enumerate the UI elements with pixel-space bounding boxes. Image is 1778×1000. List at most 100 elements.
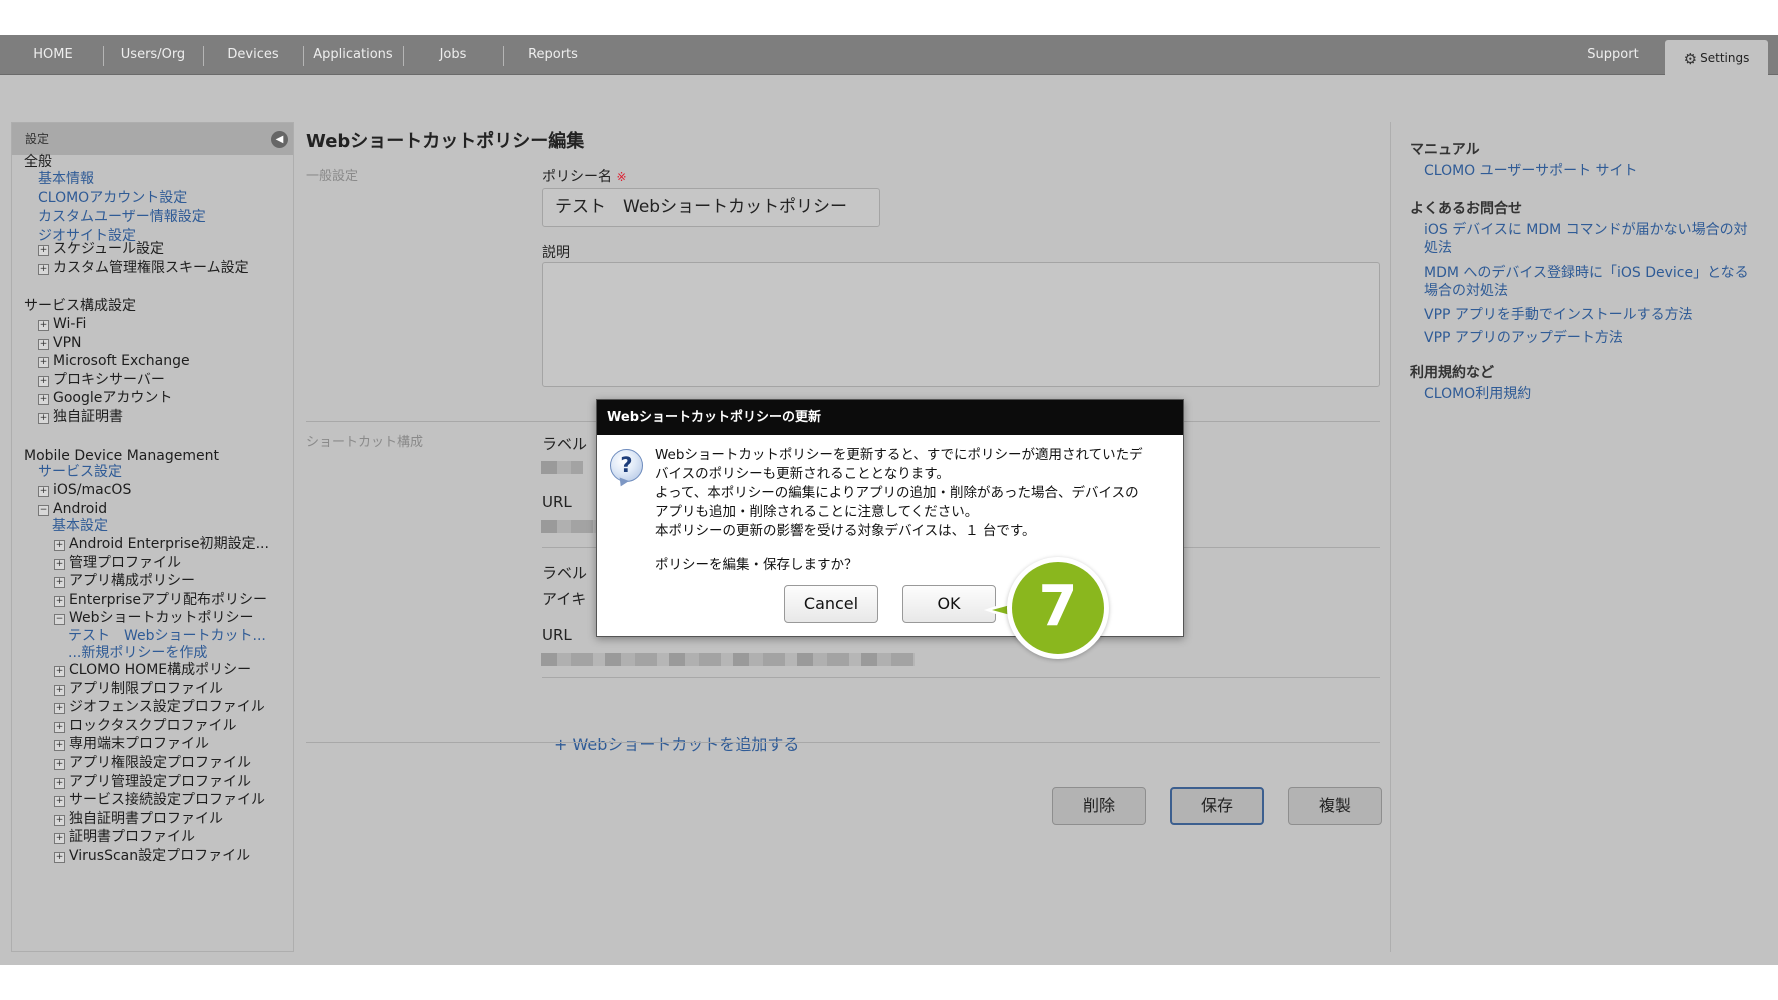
sidebar-item[interactable]: サービス構成設定 [24, 297, 136, 315]
nav-users-org[interactable]: Users/Org [112, 35, 194, 75]
expand-icon[interactable]: + [38, 245, 49, 256]
sidebar-item[interactable]: + CLOMO HOME構成ポリシー [54, 661, 251, 679]
nav-jobs[interactable]: Jobs [414, 35, 492, 75]
expand-icon[interactable]: + [38, 338, 49, 350]
description-textarea[interactable] [542, 262, 1380, 387]
sidebar-link[interactable]: ...新規ポリシーを作成 [68, 644, 207, 662]
expand-icon[interactable]: + [54, 595, 65, 607]
sidebar-item[interactable]: 全般 [24, 153, 52, 171]
nav-reports[interactable]: Reports [514, 35, 592, 75]
faq-link-1-line: 処法 [1424, 240, 1452, 256]
manual-link[interactable]: CLOMO ユーザーサポート サイト [1424, 162, 1764, 180]
expand-icon[interactable]: + [38, 320, 49, 331]
settings-label: Settings [1700, 51, 1750, 65]
sidebar-item[interactable]: + ロックタスクプロファイル [54, 717, 236, 735]
nav-applications[interactable]: Applications [312, 35, 394, 75]
sidebar-item-label: サービス接続設定プロファイル [69, 792, 265, 809]
sidebar-item[interactable]: + アプリ管理設定プロファイル [54, 773, 251, 791]
sidebar-item[interactable]: + ジオフェンス設定プロファイル [54, 698, 265, 716]
dialog-message-line: よって、本ポリシーの編集によりアプリの追加・削除があった場合、デバイスの [655, 485, 1139, 501]
sidebar-item[interactable]: + 管理プロファイル [54, 554, 181, 572]
nav-home[interactable]: HOME [22, 35, 84, 75]
faq-link-1[interactable]: iOS デバイスに MDM コマンドが届かない場合の対 処法 [1424, 221, 1764, 257]
sidebar-item[interactable]: + Android Enterprise初期設定... [54, 535, 269, 553]
sidebar-item[interactable]: + アプリ制限プロファイル [54, 680, 223, 698]
sidebar-item[interactable]: + サービス接続設定プロファイル [54, 791, 265, 809]
nav-settings-tab[interactable]: ⚙ Settings [1665, 40, 1768, 75]
sidebar-item-label: ジオフェンス設定プロファイル [69, 699, 265, 716]
faq-link-3[interactable]: VPP アプリを手動でインストールする方法 [1424, 306, 1764, 324]
collapse-icon[interactable]: − [38, 505, 49, 516]
sidebar-item[interactable]: + VPN [38, 334, 82, 352]
nav-separator [203, 46, 204, 66]
copy-button[interactable]: 複製 [1288, 787, 1382, 825]
faq-link-4[interactable]: VPP アプリのアップデート方法 [1424, 329, 1764, 347]
sidebar-link[interactable]: カスタムユーザー情報設定 [38, 208, 206, 226]
sidebar-link[interactable]: CLOMOアカウント設定 [38, 189, 187, 207]
sidebar-item[interactable]: + iOS/macOS [38, 481, 131, 499]
expand-icon[interactable]: + [38, 413, 49, 424]
expand-icon[interactable]: + [54, 577, 65, 589]
expand-icon[interactable]: + [54, 721, 65, 733]
sidebar-item[interactable]: + Microsoft Exchange [38, 352, 190, 370]
collapse-sidebar-icon[interactable]: ◀ [271, 131, 288, 148]
actions-divider [306, 742, 1380, 743]
sidebar-link[interactable]: 基本設定 [52, 517, 108, 535]
expand-icon[interactable]: + [54, 759, 65, 770]
sidebar-item[interactable]: + カスタム管理権限スキーム設定 [38, 259, 249, 277]
sidebar-item-label: CLOMO HOME構成ポリシー [69, 662, 252, 678]
sidebar-item[interactable]: + 独自証明書プロファイル [54, 810, 223, 828]
faq-link-2[interactable]: MDM へのデバイス登録時に「iOS Device」となる 場合の対処法 [1424, 264, 1764, 300]
expand-icon[interactable]: + [54, 666, 65, 677]
sidebar-item-label: 専用端末プロファイル [69, 736, 209, 753]
add-shortcut-link[interactable]: + Webショートカットを追加する [554, 731, 799, 755]
nav-support[interactable]: Support [1578, 35, 1648, 75]
expand-icon[interactable]: + [54, 852, 65, 863]
sidebar-item[interactable]: + Wi-Fi [38, 315, 86, 333]
expand-icon[interactable]: + [38, 375, 49, 387]
save-button[interactable]: 保存 [1170, 787, 1264, 825]
delete-button[interactable]: 削除 [1052, 787, 1146, 825]
expand-icon[interactable]: + [54, 777, 65, 789]
sidebar-link[interactable]: テスト Webショートカット... [68, 627, 266, 645]
sidebar-item[interactable]: − Android [38, 500, 107, 518]
sidebar-item[interactable]: + 証明書プロファイル [54, 828, 195, 846]
right-column-divider [1390, 122, 1391, 952]
sidebar-item-label: 独自証明書 [53, 409, 123, 425]
expand-icon[interactable]: + [38, 357, 49, 369]
sidebar-link[interactable]: 基本情報 [38, 170, 94, 188]
ok-button[interactable]: OK [902, 585, 996, 623]
expand-icon[interactable]: + [54, 558, 65, 570]
sidebar-item[interactable]: + VirusScan設定プロファイル [54, 847, 250, 865]
expand-icon[interactable]: + [54, 814, 65, 826]
nav-devices[interactable]: Devices [214, 35, 292, 75]
policy-name-input[interactable]: テスト Webショートカットポリシー [542, 188, 880, 227]
sidebar-item[interactable]: + プロキシサーバー [38, 371, 165, 389]
sidebar-item[interactable]: + Enterpriseアプリ配布ポリシー [54, 591, 267, 609]
expand-icon[interactable]: + [54, 796, 65, 808]
expand-icon[interactable]: + [38, 264, 49, 275]
expand-icon[interactable]: + [54, 703, 65, 715]
collapse-icon[interactable]: − [54, 614, 65, 626]
sidebar-link[interactable]: サービス設定 [38, 463, 122, 481]
expand-icon[interactable]: + [38, 394, 49, 406]
sidebar-item-label: Mobile Device Management [24, 448, 219, 464]
sidebar-item[interactable]: + 独自証明書 [38, 408, 123, 426]
sidebar-item[interactable]: − Webショートカットポリシー [54, 609, 254, 627]
expand-icon[interactable]: + [38, 486, 49, 497]
sidebar-item[interactable]: + スケジュール設定 [38, 240, 164, 258]
sidebar-item[interactable]: + Googleアカウント [38, 389, 172, 407]
faq-link-1-line: iOS デバイスに MDM コマンドが届かない場合の対 [1424, 222, 1748, 238]
expand-icon[interactable]: + [54, 740, 65, 752]
terms-link[interactable]: CLOMO利用規約 [1424, 385, 1764, 403]
step-number-badge: 7 [1007, 557, 1109, 659]
cancel-button[interactable]: Cancel [784, 585, 878, 623]
sidebar-item[interactable]: + 専用端末プロファイル [54, 735, 209, 753]
sidebar-item[interactable]: + アプリ構成ポリシー [54, 572, 195, 590]
sidebar-item[interactable]: + アプリ権限設定プロファイル [54, 754, 251, 772]
expand-icon[interactable]: + [54, 540, 65, 551]
expand-icon[interactable]: + [54, 684, 65, 696]
sidebar-item-label: アプリ制限プロファイル [69, 680, 223, 697]
expand-icon[interactable]: + [54, 833, 65, 845]
sidebar-item-label: Webショートカットポリシー [69, 610, 254, 627]
